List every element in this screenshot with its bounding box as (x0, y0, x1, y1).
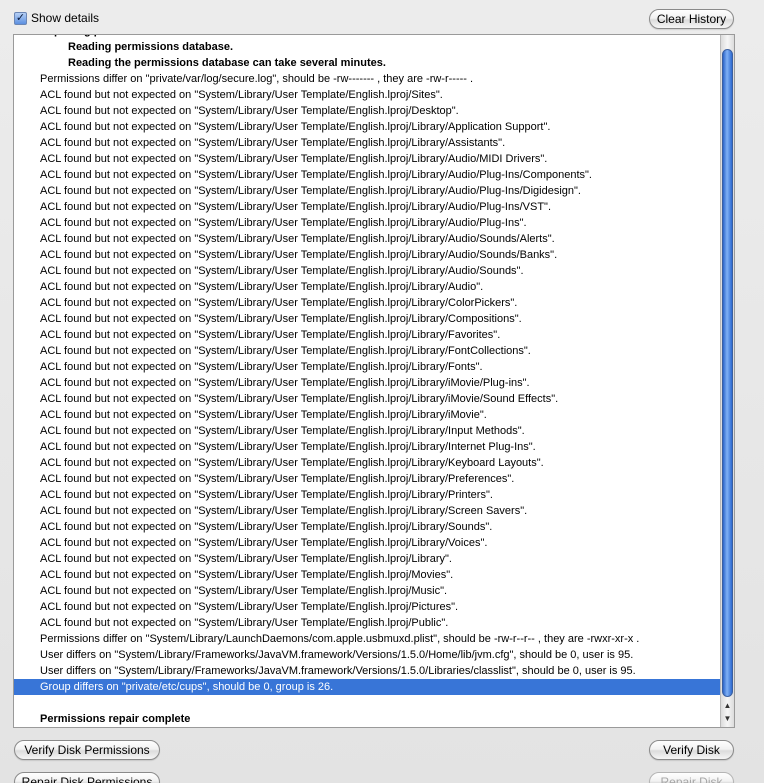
log-line[interactable]: ACL found but not expected on "System/Li… (14, 519, 722, 535)
details-log[interactable]: Repairing permissions for “Macintosh HD”… (13, 34, 735, 728)
log-line[interactable]: User differs on "System/Library/Framewor… (14, 647, 722, 663)
clear-history-button[interactable]: Clear History (649, 9, 734, 29)
log-line[interactable]: ACL found but not expected on "System/Li… (14, 583, 722, 599)
scroll-thumb[interactable] (722, 49, 733, 697)
scroll-down-arrow-icon[interactable]: ▼ (721, 712, 734, 725)
log-line[interactable]: User differs on "System/Library/Framewor… (14, 663, 722, 679)
repair-disk-button: Repair Disk (649, 772, 734, 783)
log-line[interactable]: ACL found but not expected on "System/Li… (14, 183, 722, 199)
log-line[interactable] (14, 695, 722, 711)
log-line[interactable]: ACL found but not expected on "System/Li… (14, 375, 722, 391)
show-details-label[interactable]: Show details (31, 11, 99, 25)
log-line[interactable]: ACL found but not expected on "System/Li… (14, 423, 722, 439)
log-line[interactable]: ACL found but not expected on "System/Li… (14, 471, 722, 487)
log-line[interactable]: Permissions repair complete (14, 711, 722, 727)
log-line[interactable]: ACL found but not expected on "System/Li… (14, 599, 722, 615)
top-bar: ✓ Show details Clear History (0, 0, 764, 34)
log-line[interactable]: ACL found but not expected on "System/Li… (14, 439, 722, 455)
log-line[interactable]: ACL found but not expected on "System/Li… (14, 167, 722, 183)
log-line[interactable]: ACL found but not expected on "System/Li… (14, 247, 722, 263)
log-line[interactable]: ACL found but not expected on "System/Li… (14, 295, 722, 311)
log-line[interactable]: ACL found but not expected on "System/Li… (14, 535, 722, 551)
log-line[interactable]: ACL found but not expected on "System/Li… (14, 231, 722, 247)
log-line[interactable]: Permissions differ on "System/Library/La… (14, 631, 722, 647)
log-line[interactable]: ACL found but not expected on "System/Li… (14, 215, 722, 231)
log-line[interactable]: ACL found but not expected on "System/Li… (14, 151, 722, 167)
log-line[interactable]: ACL found but not expected on "System/Li… (14, 487, 722, 503)
log-line[interactable]: ACL found but not expected on "System/Li… (14, 311, 722, 327)
log-line[interactable]: ACL found but not expected on "System/Li… (14, 263, 722, 279)
log-line[interactable]: ACL found but not expected on "System/Li… (14, 567, 722, 583)
log-scrollbar[interactable]: ▲ ▼ (720, 35, 734, 727)
repair-disk-permissions-button[interactable]: Repair Disk Permissions (14, 772, 160, 783)
log-line[interactable]: ACL found but not expected on "System/Li… (14, 103, 722, 119)
show-details-checkbox[interactable]: ✓ (14, 11, 27, 25)
log-line[interactable]: ACL found but not expected on "System/Li… (14, 407, 722, 423)
log-line[interactable]: ACL found but not expected on "System/Li… (14, 199, 722, 215)
log-lines: Repairing permissions for “Macintosh HD”… (14, 35, 722, 727)
log-line[interactable]: ACL found but not expected on "System/Li… (14, 391, 722, 407)
show-details-control[interactable]: ✓ Show details (14, 11, 99, 25)
log-line[interactable]: ACL found but not expected on "System/Li… (14, 87, 722, 103)
log-line[interactable]: ACL found but not expected on "System/Li… (14, 279, 722, 295)
scroll-up-arrow-icon[interactable]: ▲ (721, 699, 734, 712)
log-line[interactable]: ACL found but not expected on "System/Li… (14, 615, 722, 631)
log-line[interactable]: ACL found but not expected on "System/Li… (14, 359, 722, 375)
log-line[interactable]: Permissions differ on "private/var/log/s… (14, 71, 722, 87)
log-line[interactable]: Reading the permissions database can tak… (14, 55, 722, 71)
log-line[interactable]: ACL found but not expected on "System/Li… (14, 343, 722, 359)
log-line[interactable]: ACL found but not expected on "System/Li… (14, 119, 722, 135)
log-line[interactable]: ACL found but not expected on "System/Li… (14, 327, 722, 343)
checkmark-icon: ✓ (15, 11, 26, 24)
log-line-selected[interactable]: Group differs on "private/etc/cups", sho… (14, 679, 722, 695)
verify-disk-button[interactable]: Verify Disk (649, 740, 734, 760)
log-line[interactable]: ACL found but not expected on "System/Li… (14, 135, 722, 151)
log-line[interactable]: Reading permissions database. (14, 39, 722, 55)
disk-utility-first-aid-panel: ✓ Show details Clear History Repairing p… (0, 0, 764, 783)
verify-disk-permissions-button[interactable]: Verify Disk Permissions (14, 740, 160, 760)
log-line[interactable]: ACL found but not expected on "System/Li… (14, 455, 722, 471)
log-line[interactable]: ACL found but not expected on "System/Li… (14, 503, 722, 519)
log-line[interactable]: ACL found but not expected on "System/Li… (14, 551, 722, 567)
